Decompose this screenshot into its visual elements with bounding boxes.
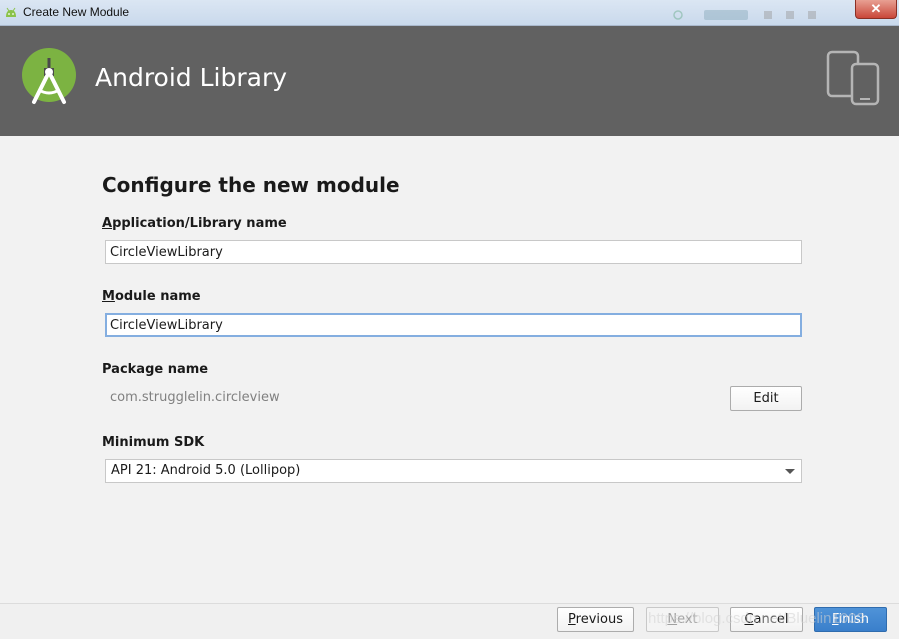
window-titlebar: Create New Module ✕ (0, 0, 899, 26)
window-title: Create New Module (23, 5, 130, 19)
background-toolbar-icons (673, 10, 816, 20)
min-sdk-select[interactable]: API 21: Android 5.0 (Lollipop) (105, 459, 802, 483)
chevron-down-icon (785, 469, 795, 474)
min-sdk-label: Minimum SDK (102, 435, 205, 450)
package-name-label: Package name (102, 362, 209, 377)
edit-button[interactable]: Edit (730, 386, 802, 411)
android-head-icon (6, 7, 16, 17)
package-name-value: com.strugglelin.circleview (110, 390, 280, 405)
android-studio-logo (22, 48, 76, 104)
close-button[interactable]: ✕ (855, 0, 897, 19)
previous-button[interactable]: Previous (557, 607, 634, 632)
header-title: Android Library (95, 63, 288, 92)
page-title: Configure the new module (102, 173, 400, 197)
phone-tablet-icon (826, 50, 880, 106)
min-sdk-value: API 21: Android 5.0 (Lollipop) (111, 463, 301, 478)
app-name-label: Application/Library name (102, 216, 287, 231)
module-name-label: Module name (102, 289, 201, 304)
wizard-header: Android Library (0, 26, 899, 136)
module-name-field[interactable] (105, 313, 802, 337)
watermark: https://blog.csdn.net/Bluelin1003 (648, 610, 865, 627)
app-name-field[interactable] (105, 240, 802, 264)
